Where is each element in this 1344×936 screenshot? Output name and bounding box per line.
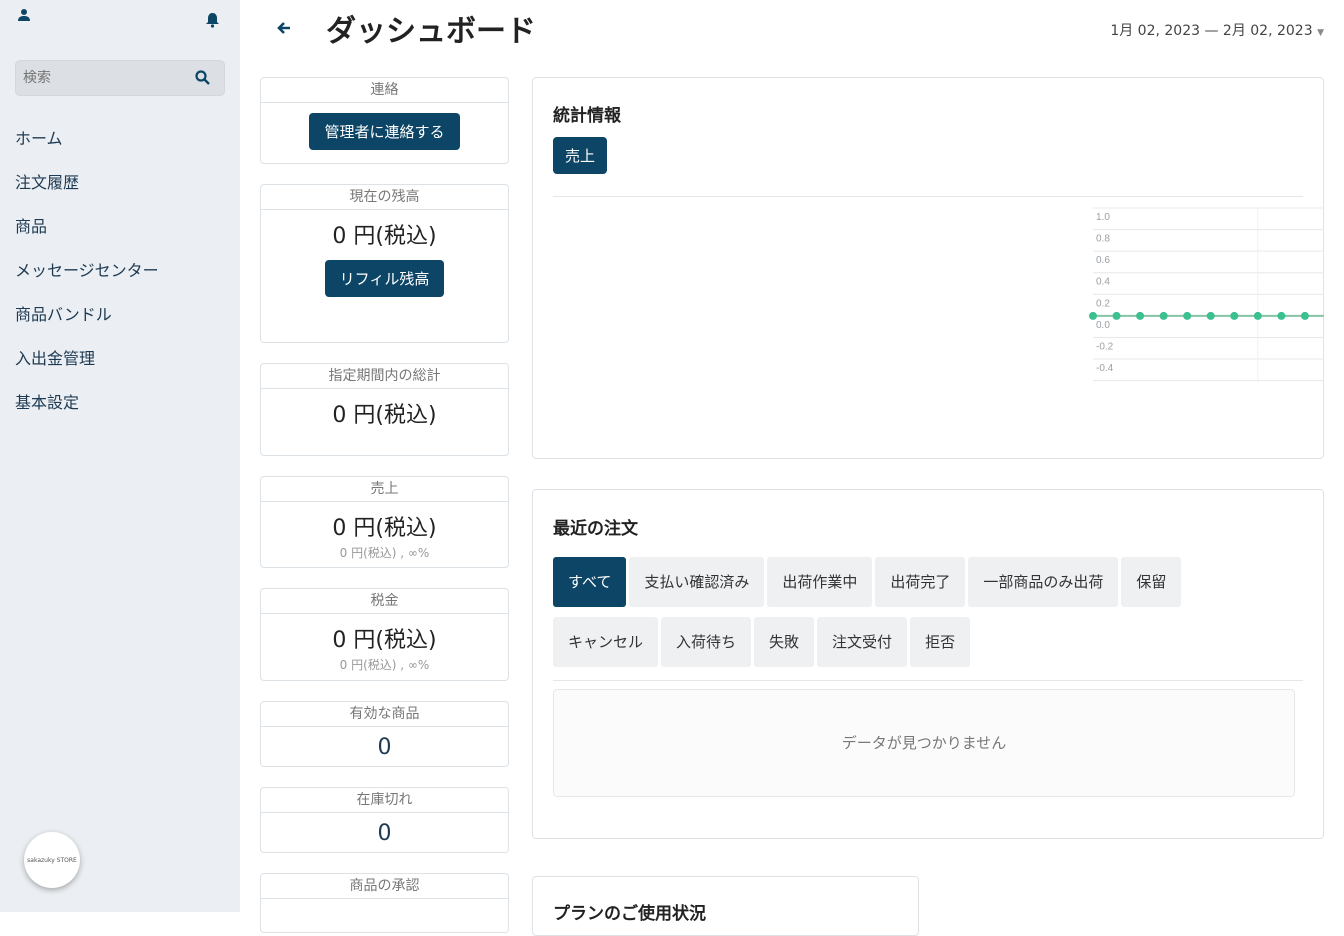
period-total-value: 0 円(税込) bbox=[332, 403, 437, 428]
tax-value: 0 円(税込) bbox=[332, 628, 437, 653]
sidebar-item-bundles[interactable]: 商品バンドル bbox=[15, 304, 159, 348]
bell-icon[interactable] bbox=[205, 12, 220, 28]
card-title: 連絡 bbox=[261, 78, 508, 103]
period-total-card: 指定期間内の総計 0 円(税込) bbox=[260, 363, 509, 456]
balance-value: 0 円(税込) bbox=[332, 224, 437, 249]
data-point bbox=[1112, 311, 1121, 320]
sales-value: 0 円(税込) bbox=[332, 516, 437, 541]
data-point bbox=[1136, 311, 1145, 320]
sales-change: 0 円(税込) , ∞% bbox=[339, 546, 430, 560]
orders-title: 最近の注文 bbox=[553, 519, 638, 539]
contact-card: 連絡 管理者に連絡する bbox=[260, 77, 509, 164]
active-products-value: 0 bbox=[377, 735, 392, 760]
order-tab[interactable]: 支払い確認済み bbox=[629, 557, 765, 607]
card-title: 有効な商品 bbox=[261, 702, 508, 727]
sales-chart: 1.00.80.60.40.20.0-0.2-0.4-0.6-0.8...Jan… bbox=[1089, 207, 1324, 382]
out-of-stock-value: 0 bbox=[377, 821, 392, 846]
sidebar-nav: ホーム 注文履歴 商品 メッセージセンター 商品バンドル 入出金管理 基本設定 bbox=[15, 128, 159, 436]
store-logo[interactable]: sakazuky STORE bbox=[24, 832, 80, 888]
empty-state: データが見つかりません bbox=[553, 689, 1295, 797]
order-tab[interactable]: 保留 bbox=[1121, 557, 1182, 607]
search-input[interactable] bbox=[16, 61, 186, 95]
card-title: 在庫切れ bbox=[261, 788, 508, 813]
data-point bbox=[1206, 311, 1215, 320]
order-tab[interactable]: 入荷待ち bbox=[661, 617, 752, 667]
sidebar-item-orders[interactable]: 注文履歴 bbox=[15, 172, 159, 216]
order-tab[interactable]: 拒否 bbox=[910, 617, 971, 667]
card-title: 商品の承認 bbox=[261, 874, 508, 899]
sidebar-item-products[interactable]: 商品 bbox=[15, 216, 159, 260]
order-status-tabs: すべて 支払い確認済み 出荷作業中 出荷完了 一部商品のみ出荷 保留キャンセル 入荷待ち 失敗… bbox=[553, 557, 1313, 677]
order-tab[interactable]: 一部商品のみ出荷 bbox=[968, 557, 1119, 607]
order-tab[interactable]: 出荷完了 bbox=[875, 557, 966, 607]
card-title: 税金 bbox=[261, 589, 508, 614]
sales-card: 売上 0 円(税込) 0 円(税込) , ∞% bbox=[260, 476, 509, 568]
tax-card: 税金 0 円(税込) 0 円(税込) , ∞% bbox=[260, 588, 509, 681]
y-tick-label: 0.6 bbox=[1096, 255, 1110, 266]
search-icon[interactable] bbox=[195, 70, 210, 85]
out-of-stock-card: 在庫切れ 0 bbox=[260, 787, 509, 853]
data-point bbox=[1230, 311, 1239, 320]
sidebar-item-home[interactable]: ホーム bbox=[15, 128, 159, 172]
search-box bbox=[15, 60, 225, 96]
sidebar-item-settings[interactable]: 基本設定 bbox=[15, 392, 159, 436]
approval-card: 商品の承認 bbox=[260, 873, 509, 933]
active-products-card: 有効な商品 0 bbox=[260, 701, 509, 767]
logo-text: sakazuky STORE bbox=[27, 856, 77, 864]
y-tick-label: -0.2 bbox=[1096, 341, 1114, 352]
order-tab[interactable]: 失敗 bbox=[754, 617, 815, 667]
data-point bbox=[1089, 311, 1097, 320]
y-tick-label: -0.4 bbox=[1096, 363, 1114, 374]
plan-usage-panel: プランのご使用状況 bbox=[532, 876, 919, 936]
order-tab[interactable]: 出荷作業中 bbox=[767, 557, 873, 607]
card-title: 指定期間内の総計 bbox=[261, 364, 508, 389]
order-tab[interactable]: すべて bbox=[553, 557, 627, 607]
page-title: ダッシュボード bbox=[326, 14, 536, 49]
sidebar-item-payments[interactable]: 入出金管理 bbox=[15, 348, 159, 392]
back-arrow-icon[interactable] bbox=[276, 20, 292, 36]
y-tick-label: 0.0 bbox=[1096, 320, 1110, 331]
recent-orders-panel: 最近の注文 すべて 支払い確認済み 出荷作業中 出荷完了 一部商品のみ出荷 保留キャンセル… bbox=[532, 489, 1324, 839]
user-icon[interactable] bbox=[17, 8, 31, 22]
data-point bbox=[1300, 311, 1309, 320]
data-point bbox=[1253, 311, 1262, 320]
sidebar-item-messages[interactable]: メッセージセンター bbox=[15, 260, 159, 304]
contact-admin-button[interactable]: 管理者に連絡する bbox=[309, 113, 460, 150]
sidebar: ホーム 注文履歴 商品 メッセージセンター 商品バンドル 入出金管理 基本設定 … bbox=[0, 0, 240, 912]
data-point bbox=[1159, 311, 1168, 320]
stats-panel: 統計情報 売上 1.00.80.60.40.20.0-0.2-0.4-0.6-0… bbox=[532, 77, 1324, 459]
card-title: 現在の残高 bbox=[261, 185, 508, 210]
tax-change: 0 円(税込) , ∞% bbox=[339, 658, 430, 672]
data-point bbox=[1277, 311, 1286, 320]
order-tab[interactable]: キャンセル bbox=[553, 617, 659, 667]
card-title: 売上 bbox=[261, 477, 508, 502]
y-tick-label: 1.0 bbox=[1096, 212, 1110, 223]
y-tick-label: 0.4 bbox=[1096, 277, 1110, 288]
y-tick-label: 0.8 bbox=[1096, 234, 1110, 245]
refill-balance-button[interactable]: リフィル残高 bbox=[324, 260, 445, 297]
y-tick-label: 0.2 bbox=[1096, 298, 1110, 309]
balance-card: 現在の残高 0 円(税込) リフィル残高 bbox=[260, 184, 509, 343]
data-point bbox=[1183, 311, 1192, 320]
order-tab[interactable]: 注文受付 bbox=[817, 617, 908, 667]
